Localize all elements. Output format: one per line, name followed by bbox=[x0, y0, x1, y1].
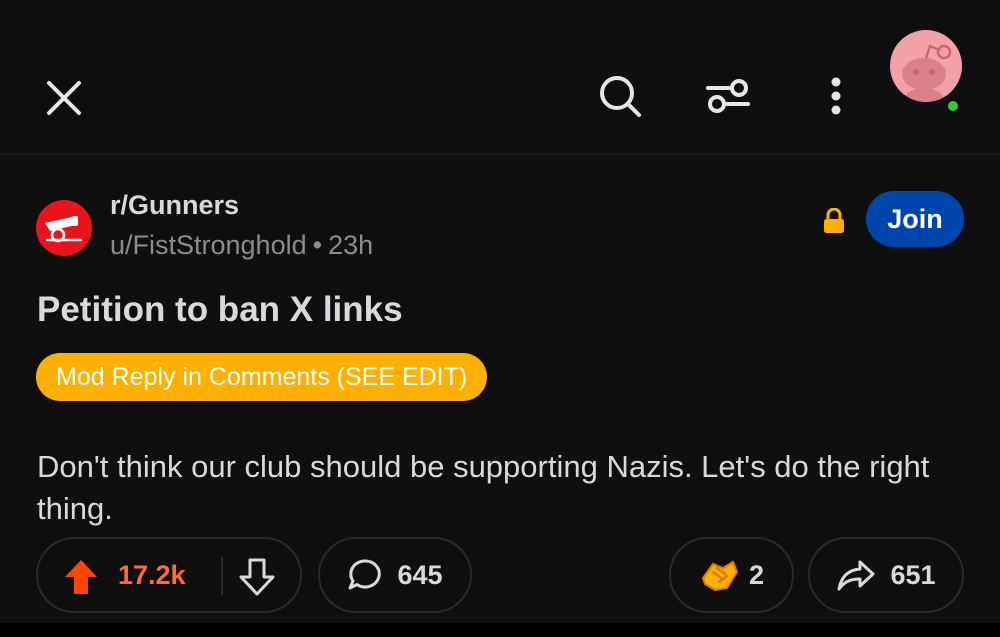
awards-button[interactable]: 2 bbox=[669, 537, 794, 613]
post-card: r/Gunners u/FistStronghold • 23h Join Peti… bbox=[0, 156, 1000, 637]
lock-icon bbox=[824, 208, 844, 233]
award-handshake-icon bbox=[701, 560, 739, 592]
cannon-icon bbox=[45, 216, 82, 243]
comment-count: 645 bbox=[397, 559, 443, 590]
filter-sliders-icon bbox=[706, 79, 750, 113]
search-icon bbox=[600, 76, 641, 117]
post-age: 23h bbox=[328, 230, 374, 260]
top-app-bar bbox=[0, 0, 1000, 155]
share-count: 651 bbox=[890, 559, 936, 590]
comments-button[interactable]: 645 bbox=[318, 537, 472, 613]
share-arrow-icon bbox=[837, 560, 875, 591]
filter-button[interactable] bbox=[700, 68, 756, 124]
subreddit-name[interactable]: r/Gunners bbox=[110, 190, 239, 221]
user-avatar[interactable] bbox=[890, 30, 962, 102]
subreddit-icon[interactable] bbox=[36, 200, 92, 256]
search-button[interactable] bbox=[592, 68, 648, 124]
share-button[interactable]: 651 bbox=[808, 537, 964, 613]
post-flair[interactable]: Mod Reply in Comments (SEE EDIT) bbox=[36, 353, 488, 401]
vote-divider bbox=[221, 557, 223, 595]
upvote-icon[interactable] bbox=[62, 557, 100, 597]
post-title[interactable]: Petition to ban X links bbox=[37, 290, 403, 330]
meta-separator: • bbox=[312, 230, 323, 260]
post-body: Don't think our club should be supportin… bbox=[37, 449, 930, 526]
more-vertical-icon bbox=[831, 77, 841, 115]
more-options-button[interactable] bbox=[808, 68, 864, 124]
award-count: 2 bbox=[748, 559, 765, 590]
author-name[interactable]: u/FistStronghold bbox=[110, 230, 307, 260]
reddit-snoo-avatar-icon bbox=[902, 44, 952, 102]
vote-pill: 17.2k bbox=[36, 537, 302, 613]
comment-bubble-icon bbox=[348, 559, 382, 590]
close-button[interactable] bbox=[36, 70, 92, 126]
post-meta: u/FistStronghold • 23h bbox=[110, 230, 373, 261]
downvote-icon[interactable] bbox=[238, 557, 276, 597]
bottom-edge bbox=[0, 623, 1000, 637]
vote-count: 17.2k bbox=[118, 560, 186, 590]
online-status-indicator bbox=[945, 98, 961, 114]
join-button[interactable]: Join bbox=[866, 191, 964, 247]
close-icon bbox=[47, 81, 81, 115]
